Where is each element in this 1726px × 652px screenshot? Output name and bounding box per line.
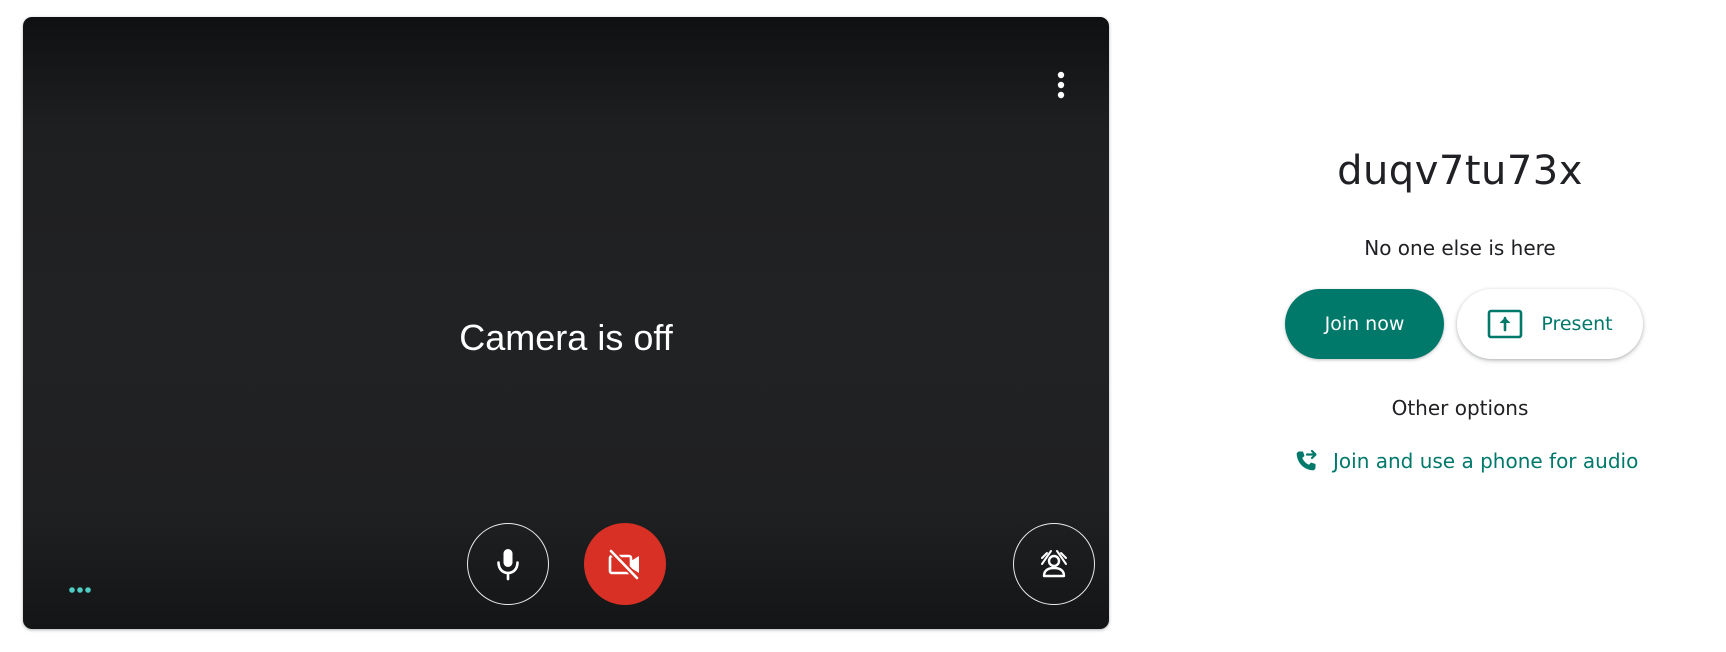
- meeting-code-title: duqv7tu73x: [1337, 148, 1583, 194]
- camera-off-icon: [608, 548, 640, 580]
- visual-effects-button[interactable]: [1013, 523, 1095, 605]
- visual-effects-icon: [1041, 550, 1067, 578]
- more-vert-icon: [1057, 71, 1065, 99]
- meet-prejoin-screen: Camera is off duqv7tu73x No one else is …: [0, 0, 1726, 652]
- more-options-button[interactable]: [65, 582, 95, 598]
- join-with-phone-audio-link[interactable]: Join and use a phone for audio: [1293, 444, 1638, 478]
- present-button[interactable]: Present: [1457, 289, 1643, 359]
- preview-menu-button[interactable]: [1043, 57, 1079, 113]
- present-button-label: Present: [1541, 313, 1613, 335]
- present-to-all-icon: [1488, 309, 1523, 339]
- more-horiz-icon: [69, 587, 91, 593]
- microphone-icon: [497, 549, 519, 581]
- participants-status: No one else is here: [1364, 236, 1556, 260]
- camera-toggle-button[interactable]: [584, 523, 666, 605]
- microphone-toggle-button[interactable]: [467, 523, 549, 605]
- phone-forwarded-icon: [1296, 449, 1317, 471]
- other-options-heading: Other options: [1391, 396, 1529, 420]
- phone-audio-label: Join and use a phone for audio: [1333, 449, 1639, 473]
- camera-status-text: Camera is off: [459, 317, 673, 358]
- video-preview: Camera is off: [23, 17, 1109, 629]
- join-now-button[interactable]: Join now: [1285, 289, 1444, 359]
